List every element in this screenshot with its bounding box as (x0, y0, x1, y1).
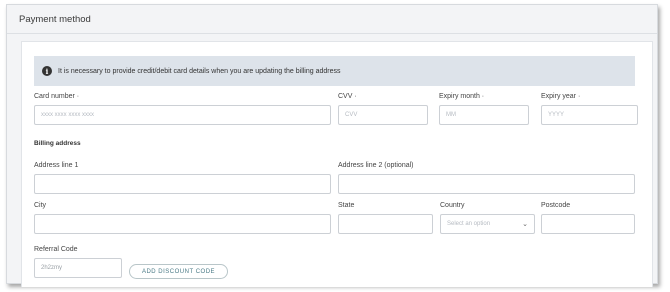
chevron-down-icon: ⌄ (522, 221, 528, 228)
country-select[interactable]: Select an option ⌄ (440, 214, 535, 234)
payment-method-panel: Payment method i It is necessary to prov… (6, 4, 658, 287)
cvv-label: CVV · (338, 93, 357, 100)
postcode-label: Postcode (541, 202, 571, 209)
cvv-input[interactable]: CVV (338, 105, 428, 125)
expiry-year-input[interactable]: YYYY (541, 105, 638, 125)
divider (7, 33, 657, 34)
info-circle-icon: i (42, 66, 52, 76)
card-number-input[interactable]: xxxx xxxx xxxx xxxx (34, 105, 331, 125)
expiry-month-input[interactable]: MM (439, 105, 529, 125)
state-label: State (338, 202, 355, 209)
info-message: It is necessary to provide credit/debit … (58, 67, 341, 75)
card-number-label: Card number · (34, 93, 80, 100)
expiry-year-label: Expiry year · (541, 93, 581, 100)
postcode-input[interactable] (541, 214, 635, 234)
state-input[interactable] (338, 214, 433, 234)
address-line-2-input[interactable] (338, 174, 635, 194)
referral-code-input[interactable]: 2h2zmy (34, 258, 122, 278)
address-line-2-label: Address line 2 (optional) (338, 162, 414, 169)
country-selected-value: Select an option (447, 221, 491, 227)
referral-code-label: Referral Code (34, 246, 78, 253)
section-title: Payment method (19, 14, 91, 25)
country-label: Country (440, 202, 465, 209)
city-label: City (34, 202, 47, 209)
address-line-1-input[interactable] (34, 174, 331, 194)
payment-form: i It is necessary to provide credit/debi… (21, 41, 653, 287)
info-banner: i It is necessary to provide credit/debi… (34, 56, 635, 86)
billing-address-heading: Billing address (34, 140, 81, 147)
address-line-1-label: Address line 1 (34, 162, 79, 169)
city-input[interactable] (34, 214, 331, 234)
expiry-month-label: Expiry month · (439, 93, 485, 100)
add-discount-code-button[interactable]: ADD DISCOUNT CODE (129, 264, 228, 279)
